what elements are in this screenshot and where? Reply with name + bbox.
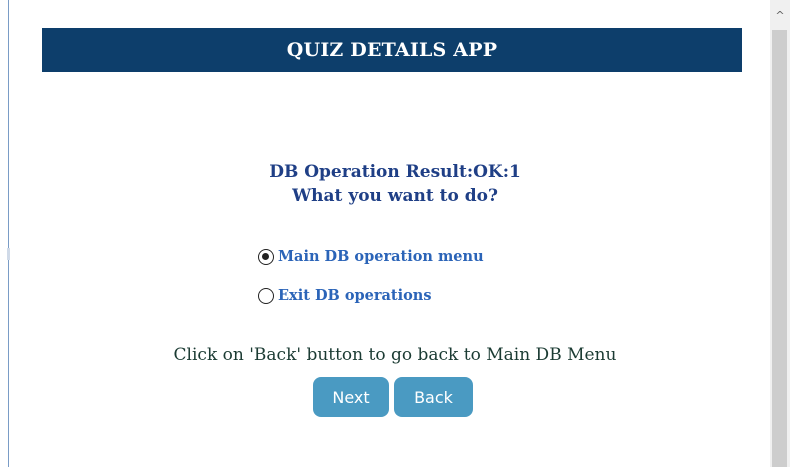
option-label-main-db-menu[interactable]: Main DB operation menu (278, 248, 484, 265)
app-title: QUIZ DETAILS APP (286, 39, 498, 61)
option-label-exit-db[interactable]: Exit DB operations (278, 287, 431, 304)
scrollbar-thumb[interactable] (772, 30, 787, 467)
left-frame-marker (7, 248, 10, 260)
app-header: QUIZ DETAILS APP (42, 28, 742, 72)
option-main-db-menu[interactable]: Main DB operation menu (258, 248, 484, 265)
app-window: QUIZ DETAILS APP DB Operation Result:OK:… (0, 0, 790, 467)
radio-main-db-menu[interactable] (258, 248, 274, 265)
left-frame-border (8, 0, 9, 467)
question-text: What you want to do? (292, 186, 498, 206)
next-button[interactable]: Next (313, 377, 389, 417)
radio-exit-db[interactable] (258, 287, 274, 304)
option-exit-db[interactable]: Exit DB operations (258, 287, 431, 304)
back-hint-text: Click on 'Back' button to go back to Mai… (173, 345, 617, 365)
scroll-up-arrow-icon[interactable]: ^ (770, 6, 790, 26)
operation-result-text: DB Operation Result:OK:1 (269, 162, 521, 182)
back-button[interactable]: Back (394, 377, 473, 417)
button-row: Next Back (313, 377, 473, 417)
